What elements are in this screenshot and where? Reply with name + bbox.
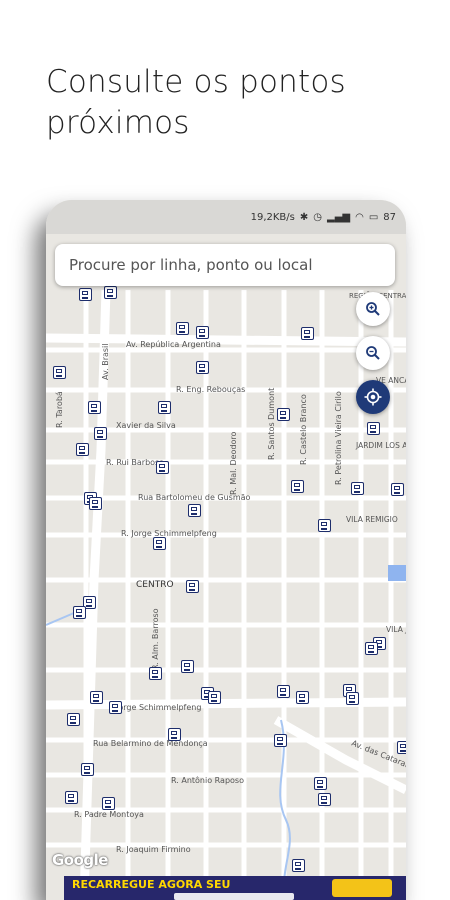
bus-stop-icon[interactable] — [158, 401, 171, 414]
map-label: Rua Belarmino de Mendonça — [93, 739, 208, 748]
signal-icon: ▂▄▆ — [327, 211, 351, 223]
bus-stop-icon[interactable] — [104, 286, 117, 299]
map-label: Av. Brasil — [101, 344, 110, 381]
map-label: Jorge Schimmelpfeng — [115, 703, 201, 712]
bus-stop-icon[interactable] — [73, 606, 86, 619]
alarm-icon: ◷ — [313, 211, 322, 223]
bus-stop-icon[interactable] — [391, 483, 404, 496]
wifi-icon: ◠ — [355, 211, 364, 223]
map-label: R. Santos Dumont — [267, 388, 276, 460]
bus-stop-icon[interactable] — [79, 288, 92, 301]
battery-level: 87 — [383, 211, 396, 223]
bus-stop-icon[interactable] — [314, 777, 327, 790]
page-headline: Consulte os pontos próximos — [46, 64, 346, 141]
bus-stop-icon[interactable] — [102, 797, 115, 810]
map-label: R. Alm. Barroso — [151, 608, 160, 670]
phone-screen: Av. República Argentina R. Eng. Rebouças… — [46, 200, 406, 900]
map-label: R. Castelo Branco — [299, 394, 308, 465]
google-logo: Google — [52, 851, 108, 869]
network-speed: 19,2KB/s — [250, 211, 295, 223]
bus-stop-icon[interactable] — [156, 461, 169, 474]
map-label: R. Padre Montoya — [74, 810, 144, 819]
bus-stop-icon[interactable] — [181, 660, 194, 673]
bus-stop-icon[interactable] — [296, 691, 309, 704]
bus-stop-icon[interactable] — [188, 504, 201, 517]
bus-stop-icon[interactable] — [351, 482, 364, 495]
bus-stop-icon[interactable] — [196, 361, 209, 374]
bus-stop-icon[interactable] — [176, 322, 189, 335]
bus-stop-icon[interactable] — [274, 734, 287, 747]
bus-stop-icon[interactable] — [318, 519, 331, 532]
map-label: VILA JU — [386, 625, 406, 634]
bus-stop-icon[interactable] — [65, 791, 78, 804]
bus-stop-icon[interactable] — [67, 713, 80, 726]
map-view[interactable]: Av. República Argentina R. Eng. Rebouças… — [46, 200, 406, 900]
map-label: R. Eng. Rebouças — [176, 385, 245, 394]
bus-stop-icon[interactable] — [53, 366, 66, 379]
bus-stop-icon[interactable] — [109, 701, 122, 714]
map-label: VILA REMIGIO — [346, 515, 398, 524]
search-bar[interactable] — [55, 244, 395, 286]
bus-stop-icon[interactable] — [291, 480, 304, 493]
map-label: CENTRO — [136, 580, 174, 590]
bus-stop-icon[interactable] — [186, 580, 199, 593]
bus-stop-icon[interactable] — [94, 427, 107, 440]
bus-stop-icon[interactable] — [277, 685, 290, 698]
bus-stop-icon[interactable] — [208, 691, 221, 704]
bus-stop-icon[interactable] — [76, 443, 89, 456]
map-label: R. Tarobá — [55, 391, 64, 428]
zoom-in-button[interactable] — [356, 292, 390, 326]
banner-strip — [174, 893, 294, 900]
map-label: R. Mal. Deodoro — [229, 431, 238, 495]
map-label: Xavier da Silva — [116, 421, 176, 430]
bus-stop-icon[interactable] — [301, 327, 314, 340]
battery-icon: ▭ — [368, 211, 379, 223]
bus-stop-icon[interactable] — [397, 741, 406, 754]
bus-stop-icon[interactable] — [318, 793, 331, 806]
zoom-in-icon — [366, 302, 380, 316]
bus-stop-icon[interactable] — [88, 401, 101, 414]
ad-banner[interactable]: RECARREGUE AGORA SEU — [64, 876, 406, 900]
bus-stop-icon[interactable] — [346, 692, 359, 705]
bus-stop-icon[interactable] — [168, 728, 181, 741]
search-input[interactable] — [67, 255, 383, 275]
map-label: R. Joaquim Firmino — [116, 845, 191, 854]
map-label: Av. República Argentina — [126, 340, 221, 349]
my-location-icon — [364, 388, 382, 406]
bus-stop-icon[interactable] — [365, 642, 378, 655]
banner-text: RECARREGUE AGORA SEU — [72, 878, 231, 891]
banner-badge — [332, 879, 392, 897]
bus-stop-icon[interactable] — [153, 537, 166, 550]
map-label: R. Jorge Schimmelpfeng — [121, 529, 217, 538]
bus-stop-icon[interactable] — [196, 326, 209, 339]
my-location-button[interactable] — [356, 380, 390, 414]
bus-stop-icon[interactable] — [367, 422, 380, 435]
bus-stop-icon[interactable] — [81, 763, 94, 776]
map-label: R. Petrolina Vieira Cirilo — [334, 391, 343, 485]
zoom-out-icon — [366, 346, 380, 360]
map-label: R. Antônio Raposo — [171, 775, 244, 785]
bus-stop-icon[interactable] — [89, 497, 102, 510]
bus-stop-icon[interactable] — [277, 408, 290, 421]
status-bar: 19,2KB/s ✱ ◷ ▂▄▆ ◠ ▭ 87 — [46, 200, 406, 234]
bus-stop-icon[interactable] — [149, 667, 162, 680]
bus-stop-icon[interactable] — [292, 859, 305, 872]
bluetooth-icon: ✱ — [299, 211, 309, 223]
bus-stop-icon[interactable] — [90, 691, 103, 704]
zoom-out-button[interactable] — [356, 336, 390, 370]
map-label: JARDIM LOS ANGELES — [355, 441, 406, 450]
